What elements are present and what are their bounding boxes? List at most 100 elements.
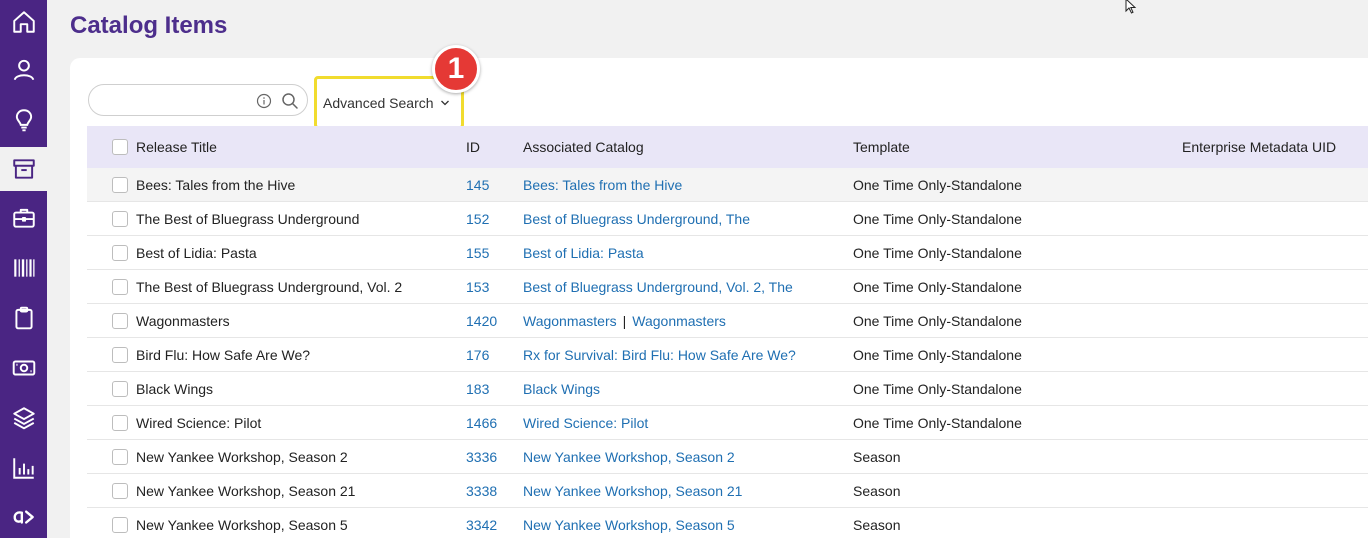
associated-catalog-link[interactable]: Best of Bluegrass Underground, The — [523, 211, 750, 227]
sidebar-item-layers[interactable] — [0, 396, 47, 440]
release-title-cell: The Best of Bluegrass Underground — [136, 210, 360, 227]
associated-catalog-link[interactable]: New Yankee Workshop, Season 5 — [523, 517, 735, 533]
template-cell: One Time Only-Standalone — [853, 278, 1022, 295]
user-icon — [13, 59, 34, 81]
id-link[interactable]: 3342 — [466, 508, 497, 538]
associated-catalog-cell: Best of Lidia: Pasta — [523, 236, 644, 269]
table-row[interactable]: Best of Lidia: Pasta 155 Best of Lidia: Pa… — [87, 236, 1368, 270]
mouse-pointer-icon — [1125, 0, 1137, 14]
associated-catalog-link[interactable]: Best of Bluegrass Underground, Vol. 2, T… — [523, 279, 793, 295]
catalog-table: Release Title ID Associated Catalog Temp… — [87, 126, 1368, 538]
row-checkbox[interactable] — [112, 414, 128, 431]
release-title-cell: Wired Science: Pilot — [136, 414, 262, 431]
template-cell: Season — [853, 516, 901, 533]
row-checkbox[interactable] — [112, 482, 128, 499]
sidebar-item-projects[interactable] — [0, 196, 47, 240]
template-cell: One Time Only-Standalone — [853, 380, 1022, 397]
associated-catalog-cell: Best of Bluegrass Underground, Vol. 2, T… — [523, 270, 793, 303]
associated-catalog-link[interactable]: New Yankee Workshop, Season 21 — [523, 483, 742, 499]
id-link[interactable]: 3338 — [466, 474, 497, 507]
sidebar-item-barcodes[interactable] — [0, 246, 47, 290]
id-link[interactable]: 153 — [466, 270, 489, 303]
table-row[interactable]: Bees: Tales from the Hive 145 Bees: Tales … — [87, 168, 1368, 202]
associated-catalog-link[interactable]: Wired Science: Pilot — [523, 415, 648, 431]
table-row[interactable]: Black Wings 183 Black Wings One Time Only-S… — [87, 372, 1368, 406]
barcode-icon — [13, 259, 35, 277]
sidebar-item-reports[interactable] — [0, 446, 47, 490]
row-checkbox[interactable] — [112, 278, 128, 295]
sidebar-item-catalog[interactable] — [0, 147, 47, 191]
table-row[interactable]: New Yankee Workshop, Season 5 3342 New Yan… — [87, 508, 1368, 538]
associated-catalog-link[interactable]: Wagonmasters — [632, 313, 726, 329]
row-checkbox[interactable] — [112, 244, 128, 261]
table-row[interactable]: New Yankee Workshop, Season 21 3338 New Ya… — [87, 474, 1368, 508]
release-title-cell: Bird Flu: How Safe Are We? — [136, 346, 311, 363]
id-link[interactable]: 183 — [466, 372, 489, 405]
table-row[interactable]: The Best of Bluegrass Underground 152 Best… — [87, 202, 1368, 236]
release-title-cell: Best of Lidia: Pasta — [136, 244, 257, 261]
sidebar-item-finance[interactable] — [0, 346, 47, 390]
search-box — [88, 84, 308, 116]
id-link[interactable]: 3336 — [466, 440, 497, 473]
info-icon[interactable] — [256, 93, 272, 109]
table-row[interactable]: The Best of Bluegrass Underground, Vol. … — [87, 270, 1368, 304]
table-row[interactable]: Wagonmasters 1420 Wagonmasters | Wagonmaster… — [87, 304, 1368, 338]
table-row[interactable]: New Yankee Workshop, Season 2 3336 New Yan… — [87, 440, 1368, 474]
callout-badge: 1 — [432, 45, 480, 93]
id-link[interactable]: 1466 — [466, 406, 497, 439]
select-all-checkbox[interactable] — [112, 139, 128, 155]
row-checkbox[interactable] — [112, 516, 128, 533]
search-icon[interactable] — [281, 92, 299, 110]
associated-catalog-cell: New Yankee Workshop, Season 2 — [523, 440, 735, 473]
id-link[interactable]: 145 — [466, 168, 489, 201]
associated-catalog-cell: Black Wings — [523, 372, 600, 405]
associated-catalog-link[interactable]: Bees: Tales from the Hive — [523, 177, 682, 193]
sidebar-item-tasks[interactable] — [0, 296, 47, 340]
row-checkbox[interactable] — [112, 380, 128, 397]
associated-catalog-link[interactable]: New Yankee Workshop, Season 2 — [523, 449, 735, 465]
sidebar-item-brand[interactable] — [0, 494, 47, 538]
column-header-release-title[interactable]: Release Title — [136, 126, 217, 168]
sidebar-item-user[interactable] — [0, 48, 47, 92]
id-link[interactable]: 152 — [466, 202, 489, 235]
template-cell: One Time Only-Standalone — [853, 346, 1022, 363]
row-checkbox[interactable] — [112, 346, 128, 363]
column-header-associated-catalog[interactable]: Associated Catalog — [523, 126, 644, 168]
template-cell: One Time Only-Standalone — [853, 414, 1022, 431]
row-checkbox[interactable] — [112, 210, 128, 227]
page-title: Catalog Items — [70, 12, 228, 39]
row-checkbox[interactable] — [112, 312, 128, 329]
row-checkbox[interactable] — [112, 448, 128, 465]
template-cell: One Time Only-Standalone — [853, 244, 1022, 261]
catalog-separator: | — [622, 312, 627, 329]
associated-catalog-link[interactable]: Rx for Survival: Bird Flu: How Safe Are … — [523, 347, 796, 363]
associated-catalog-cell: Bees: Tales from the Hive — [523, 168, 682, 201]
associated-catalog-link[interactable]: Wagonmasters — [523, 313, 617, 329]
associated-catalog-cell: New Yankee Workshop, Season 5 — [523, 508, 735, 538]
table-row[interactable]: Bird Flu: How Safe Are We? 176 Rx for Surv… — [87, 338, 1368, 372]
column-header-id[interactable]: ID — [466, 126, 480, 168]
search-input[interactable] — [101, 91, 251, 111]
home-icon — [12, 11, 35, 33]
sidebar-item-ideas[interactable] — [0, 98, 47, 142]
template-cell: One Time Only-Standalone — [853, 176, 1022, 193]
id-link[interactable]: 1420 — [466, 304, 497, 337]
archive-box-icon — [12, 159, 35, 179]
sidebar-item-home[interactable] — [0, 0, 47, 44]
release-title-cell: Bees: Tales from the Hive — [136, 176, 296, 193]
associated-catalog-link[interactable]: Black Wings — [523, 381, 600, 397]
release-title-cell: Wagonmasters — [136, 312, 230, 329]
id-link[interactable]: 176 — [466, 338, 489, 371]
row-checkbox[interactable] — [112, 176, 128, 193]
id-link[interactable]: 155 — [466, 236, 489, 269]
clipboard-icon — [14, 306, 33, 330]
money-icon — [12, 360, 35, 376]
column-header-template[interactable]: Template — [853, 126, 910, 168]
advanced-search-label: Advanced Search — [323, 94, 434, 111]
associated-catalog-link[interactable]: Best of Lidia: Pasta — [523, 245, 644, 261]
table-body: Bees: Tales from the Hive 145 Bees: Tales … — [87, 168, 1368, 538]
release-title-cell: The Best of Bluegrass Underground, Vol. … — [136, 278, 403, 295]
template-cell: One Time Only-Standalone — [853, 210, 1022, 227]
table-row[interactable]: Wired Science: Pilot 1466 Wired Science: P… — [87, 406, 1368, 440]
column-header-enterprise-metadata-uid[interactable]: Enterprise Metadata UID — [1182, 126, 1336, 168]
